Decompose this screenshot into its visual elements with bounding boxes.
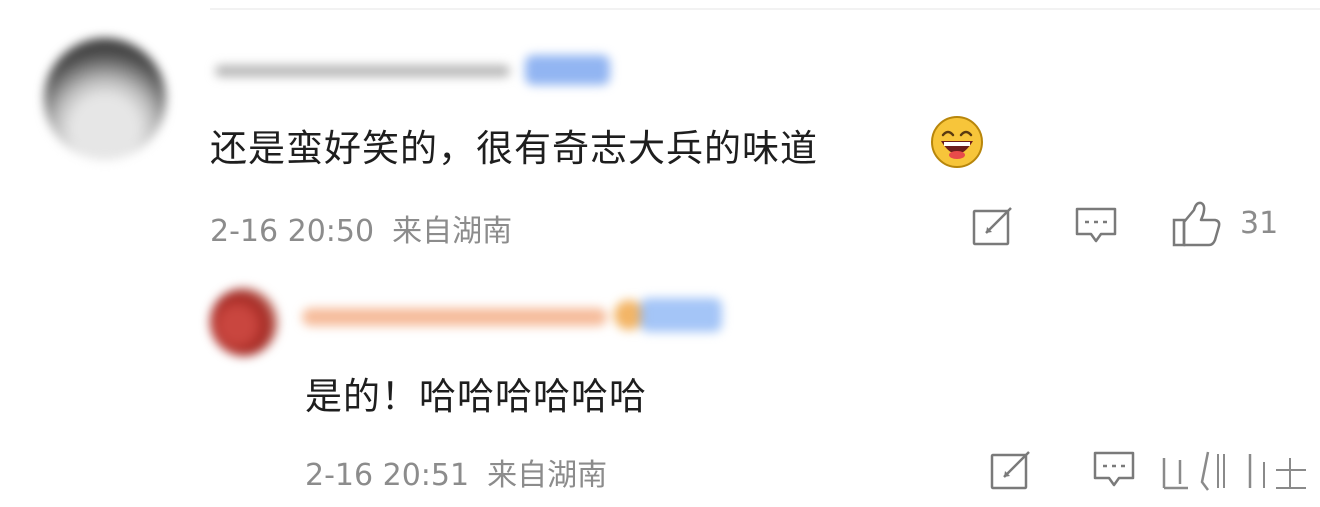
user-badge	[525, 55, 610, 85]
reply-text: 是的！哈哈哈哈哈哈	[305, 375, 647, 418]
user-badge	[640, 298, 722, 332]
reply-time: 2-16 20:51	[305, 458, 470, 493]
comment-icon[interactable]	[1092, 450, 1136, 490]
share-icon[interactable]	[990, 450, 1032, 490]
avatar[interactable]	[44, 38, 166, 160]
thumbs-up-icon[interactable]	[1172, 200, 1224, 248]
comment-location: 来自湖南	[392, 214, 513, 249]
username-blurred[interactable]	[215, 55, 615, 85]
laughing-emoji-icon	[931, 116, 983, 168]
username-blurred[interactable]	[302, 296, 732, 336]
comment-icon[interactable]	[1074, 206, 1118, 246]
username-text	[215, 65, 510, 77]
comment-text: 还是蛮好笑的，很有奇志大兵的味道	[210, 127, 818, 170]
avatar[interactable]	[210, 288, 278, 356]
comment-thread: 还是蛮好笑的，很有奇志大兵的味道 2-16 20:50 来自湖南 31 是的！哈哈…	[0, 0, 1320, 507]
reply-meta: 2-16 20:51 来自湖南	[305, 450, 607, 494]
comment-meta: 2-16 20:50 来自湖南	[210, 206, 512, 250]
username-text	[302, 308, 607, 326]
like-count: 31	[1240, 206, 1279, 241]
thumbs-up-icon[interactable]	[1160, 448, 1310, 493]
divider	[210, 8, 1320, 10]
reply-location: 来自湖南	[487, 458, 608, 493]
share-icon[interactable]	[972, 206, 1014, 246]
comment-time: 2-16 20:50	[210, 214, 375, 249]
